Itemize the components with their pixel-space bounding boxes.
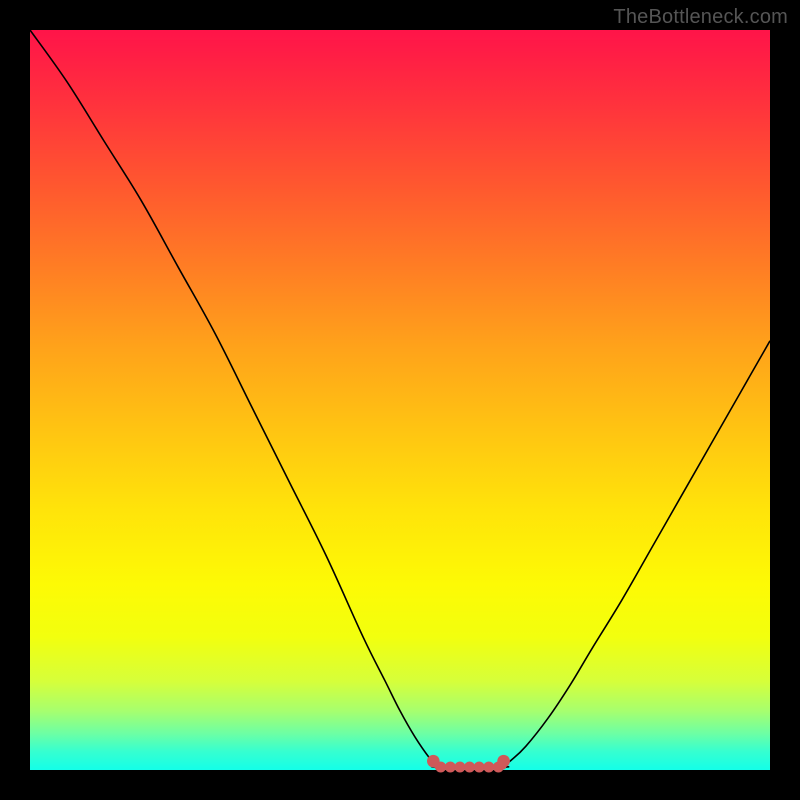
optimal-range-marker [454,762,465,773]
watermark-text: TheBottleneck.com [613,6,788,29]
bottleneck-path [30,30,770,767]
bottleneck-curve [0,0,800,800]
optimal-range-marker [445,762,456,773]
chart-container: TheBottleneck.com [0,0,800,800]
optimal-range-marker [464,762,475,773]
optimal-range-endcap [497,755,510,768]
optimal-range-endcap [427,755,440,768]
optimal-range-marker [474,762,485,773]
optimal-range-marker [483,762,494,773]
